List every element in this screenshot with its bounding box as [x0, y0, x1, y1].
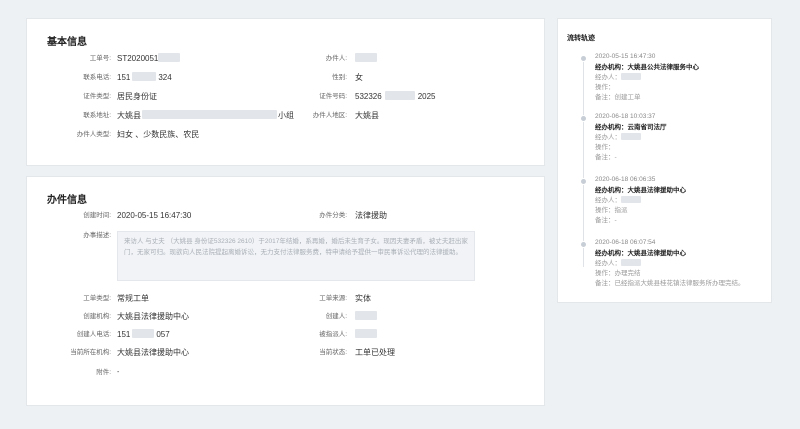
field-value: 妇女 、少数民族、农民 [117, 130, 200, 139]
timeline-org: 经办机构：大姚县法律援助中心 [595, 250, 686, 257]
case-info-title: 办件信息 [47, 195, 87, 206]
field-row: 创建时间: 2020-05-15 16:47:30 办件分类: 法律援助 [27, 209, 546, 223]
description-label: 办事描述: [83, 232, 111, 239]
timeline-item: 2020-06-18 06:06:35 经办机构：大姚县法律援助中心 经办人： … [595, 174, 770, 226]
field-row: 证件类型: 居民身份证 证件号码: 532326 2025 [27, 90, 546, 104]
timeline-note: 备注：已经指派大姚县桂花镇法律服务所办理完结。 [595, 280, 745, 287]
masked-text [621, 196, 641, 203]
timeline-op: 操作：办理完结 [595, 270, 641, 277]
category-label: 办件分类: [319, 212, 347, 219]
masked-text [355, 53, 377, 62]
flow-timeline-card: 流转轨迹 2020-05-15 16:47:30 经办机构：大姚县公共法律服务中… [557, 18, 772, 303]
field-label: 创建人: [325, 313, 347, 320]
masked-text [621, 259, 641, 266]
timeline-time: 2020-06-18 06:07:54 [595, 239, 656, 246]
timeline-item: 2020-06-18 10:03:37 经办机构：云南省司法厅 经办人： 操作：… [595, 111, 770, 163]
timeline-op: 操作： [595, 144, 615, 151]
timeline-org: 经办机构：大姚县公共法律服务中心 [595, 64, 699, 71]
field-value: 女 [355, 73, 363, 82]
field-value: 工单已处理 [355, 348, 395, 357]
timeline-handler: 经办人： [595, 259, 770, 269]
timeline-item: 2020-06-18 06:07:54 经办机构：大姚县法律援助中心 经办人： … [595, 237, 770, 289]
case-info-card: 办件信息 创建时间: 2020-05-15 16:47:30 办件分类: 法律援… [26, 176, 545, 406]
timeline-org: 经办机构：云南省司法厅 [595, 124, 667, 131]
basic-info-title: 基本信息 [47, 37, 87, 48]
timeline-time: 2020-06-18 06:06:35 [595, 176, 656, 183]
timeline-org: 经办机构：大姚县法律援助中心 [595, 187, 686, 194]
field-row: 工单类型: 常规工单 工单来源: 实体 [27, 292, 546, 306]
attachment-value: - [117, 369, 120, 376]
flow-title: 流转轨迹 [567, 35, 595, 42]
timeline-note: 备注：- [595, 154, 617, 161]
field-label: 办件人地区: [312, 112, 347, 119]
timeline-time: 2020-05-15 16:47:30 [595, 53, 656, 60]
field-value [355, 328, 377, 342]
field-label: 工单来源: [319, 295, 347, 302]
field-label: 办件人: [325, 55, 347, 62]
masked-text [384, 91, 415, 100]
timeline-handler: 经办人： [595, 196, 770, 206]
timeline-time: 2020-06-18 10:03:37 [595, 113, 656, 120]
timeline-node-icon [580, 241, 587, 248]
field-row: 创建人电话: 151 057 被指派人: [27, 328, 546, 342]
timeline-note: 备注：创建工单 [595, 94, 641, 101]
timeline-handler: 经办人： [595, 73, 770, 83]
field-label: 办件人类型: [76, 131, 111, 138]
field-label: 被指派人: [319, 331, 347, 338]
field-value: 大姚县 [355, 111, 379, 120]
field-row: 附件: - [27, 366, 546, 380]
category-value: 法律援助 [355, 211, 387, 220]
timeline-node-icon [580, 178, 587, 185]
timeline-op: 操作： [595, 84, 615, 91]
masked-text [355, 329, 377, 338]
timeline-item: 2020-05-15 16:47:30 经办机构：大姚县公共法律服务中心 经办人… [595, 51, 770, 103]
timeline-line [583, 57, 584, 267]
masked-text [621, 73, 641, 80]
description-textarea: 来访人 与丈夫 （大姚县 身份证532326 2610）于2017年结婚，系再婚… [117, 231, 475, 281]
field-row: 创建机构: 大姚县法律援助中心 创建人: [27, 310, 546, 324]
field-row: 联系电话: 151 324 性别: 女 [27, 71, 546, 85]
field-value: 532326 2025 [355, 91, 436, 101]
timeline-note: 备注：- [595, 217, 617, 224]
field-row: 办件人类型: 妇女 、少数民族、农民 [27, 128, 546, 142]
field-row: 办事描述: [27, 229, 117, 243]
field-label: 性别: [332, 74, 347, 81]
field-row: 当前所在机构: 大姚县法律援助中心 当前状态: 工单已处理 [27, 346, 546, 360]
timeline-node-icon [580, 115, 587, 122]
basic-info-card: 基本信息 工单号: ST2020051 办件人: 联系电话: 151 324 性别… [26, 18, 545, 166]
timeline-node-icon [580, 55, 587, 62]
field-row: 工单号: ST2020051 办件人: [27, 52, 546, 66]
field-label: 当前状态: [319, 349, 347, 356]
field-label: 证件号码: [319, 93, 347, 100]
masked-text [621, 133, 641, 140]
attachment-label: 附件: [96, 369, 111, 376]
field-row: 联系地址: 大姚县 小组 办件人地区: 大姚县 [27, 109, 546, 123]
field-value [355, 52, 377, 66]
timeline-op: 操作：指派 [595, 207, 628, 214]
field-value [355, 310, 377, 324]
masked-text [355, 311, 377, 320]
field-value: 实体 [355, 294, 371, 303]
timeline-handler: 经办人： [595, 133, 770, 143]
